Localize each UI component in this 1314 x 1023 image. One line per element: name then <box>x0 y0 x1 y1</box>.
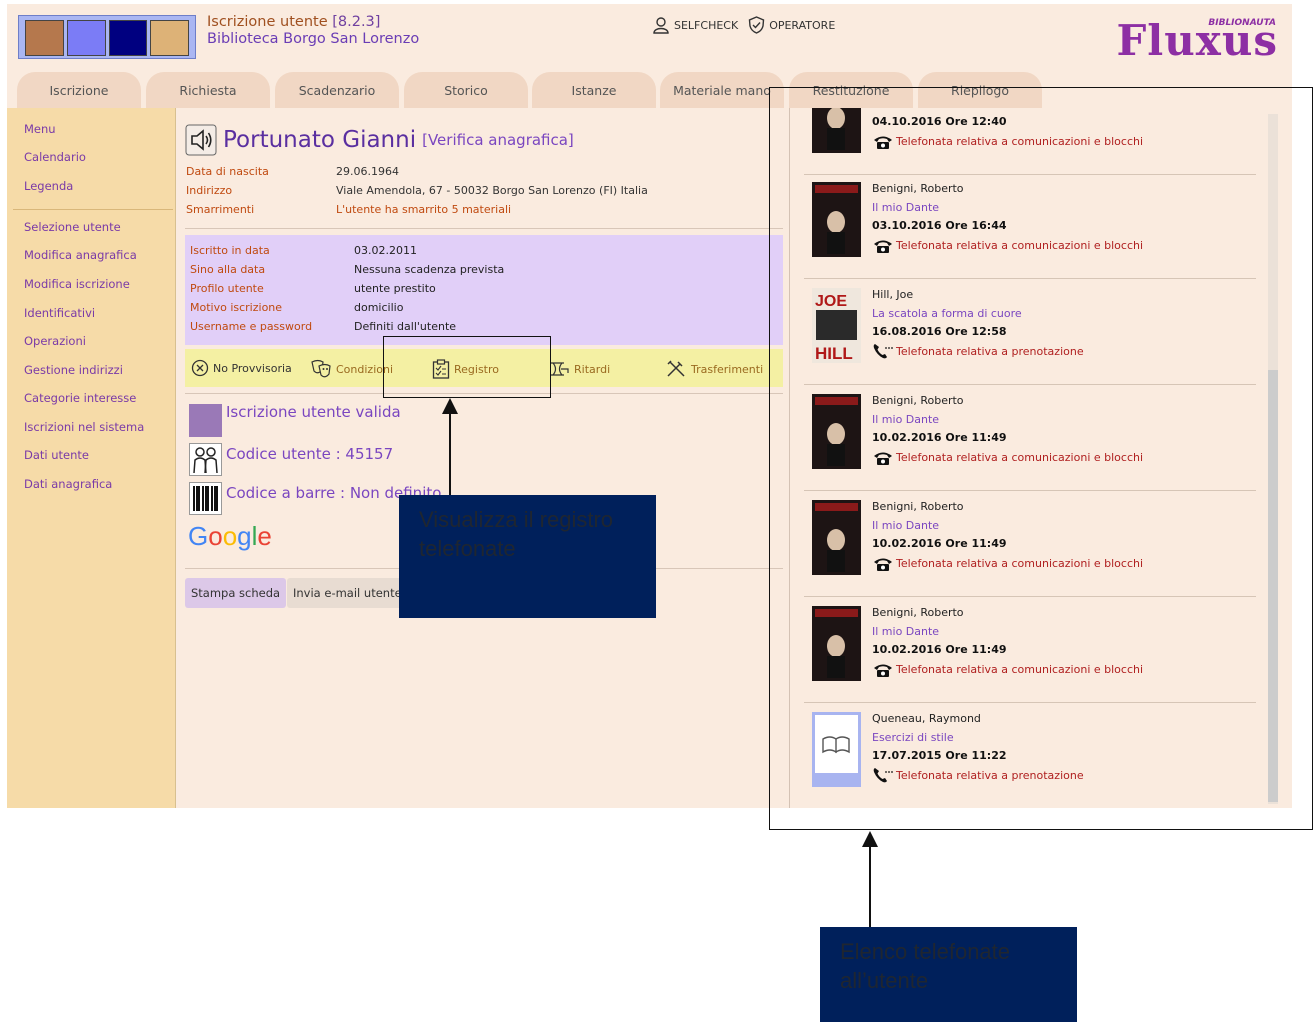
sidebar-item-modifica-anagrafica[interactable]: Modifica anagrafica <box>24 248 137 262</box>
iscrizione-details: Iscritto in data 03.02.2011 Sino alla da… <box>185 235 783 345</box>
divider <box>185 228 783 229</box>
field-value: utente prestito <box>354 282 436 295</box>
ritardi-button[interactable]: Ritardi <box>548 359 610 379</box>
shield-check-icon <box>748 16 765 34</box>
call-list-highlight-frame <box>769 87 1313 830</box>
color-swatches[interactable] <box>18 15 196 59</box>
tab-materiale-mano[interactable]: Materiale mano <box>660 72 784 108</box>
sidebar-item-categorie-interesse[interactable]: Categorie interesse <box>24 391 136 405</box>
field-label: Profilo utente <box>190 282 264 295</box>
theater-masks-icon <box>311 359 331 378</box>
user-code: Codice utente : 45157 <box>189 443 393 476</box>
sidebar: Menu Calendario Legenda Selezione utente… <box>7 108 176 808</box>
tab-scadenzario[interactable]: Scadenzario <box>275 72 399 108</box>
field-label: Username e password <box>190 320 313 333</box>
tab-storico[interactable]: Storico <box>404 72 528 108</box>
status-color-box <box>189 404 222 437</box>
field-value: Definiti dall'utente <box>354 320 457 333</box>
callout-elenco: Elenco telefonate all’utente <box>820 927 1077 1022</box>
callout-arrowhead <box>442 398 458 414</box>
field-value: 03.02.2011 <box>354 244 417 257</box>
tools-icon <box>667 360 685 377</box>
barcode-icon <box>189 482 222 515</box>
tab-richiesta[interactable]: Richiesta <box>146 72 270 108</box>
sidebar-item-menu[interactable]: Menu <box>24 122 56 136</box>
callout-registro: Visualizza il registro telefonate <box>399 495 656 618</box>
field-label: Iscritto in data <box>190 244 270 257</box>
sidebar-item-dati-anagrafica[interactable]: Dati anagrafica <box>24 477 112 491</box>
user-code-label: Codice utente : 45157 <box>226 444 394 463</box>
sidebar-item-operazioni[interactable]: Operazioni <box>24 334 86 348</box>
user-icon <box>653 17 669 34</box>
swatch[interactable] <box>150 20 189 56</box>
user-heading: Portunato Gianni [Verifica anagrafica] <box>185 124 574 156</box>
topbar: SELFCHECK OPERATORE <box>652 16 835 34</box>
sidebar-item-gestione-indirizzi[interactable]: Gestione indirizzi <box>24 363 123 377</box>
library-name: Biblioteca Borgo San Lorenzo <box>207 31 420 47</box>
verifica-anagrafica-link[interactable]: [Verifica anagrafica] <box>422 131 574 149</box>
status-valid: Iscrizione utente valida <box>189 402 401 437</box>
field-label: Smarrimenti <box>186 203 255 216</box>
hourglass-hand-icon <box>551 362 569 376</box>
status-valid-label: Iscrizione utente valida <box>226 402 401 421</box>
smarrimenti-link[interactable]: L'utente ha smarrito 5 materiali <box>336 203 511 216</box>
field-label: Motivo iscrizione <box>190 301 283 314</box>
field-value: 29.06.1964 <box>336 165 399 178</box>
operator-link[interactable]: OPERATORE <box>748 16 835 34</box>
field-value: Nessuna scadenza prevista <box>354 263 505 276</box>
fluxus-logo: Fluxus BIBLIONAUTA <box>1116 10 1278 65</box>
condizioni-button[interactable]: Condizioni <box>310 359 393 379</box>
sidebar-item-legenda[interactable]: Legenda <box>24 179 73 193</box>
ritardi-label: Ritardi <box>574 362 611 376</box>
field-label: Indirizzo <box>186 184 233 197</box>
logo-subtitle: BIBLIONAUTA <box>1208 18 1276 28</box>
registro-highlight-frame <box>383 336 551 398</box>
selfcheck-label: SELFCHECK <box>674 18 739 32</box>
google-logo[interactable]: Google <box>188 521 272 552</box>
callout-arrow-line <box>449 405 451 495</box>
sidebar-divider <box>13 209 173 210</box>
cancel-circle-icon <box>191 359 209 377</box>
sidebar-item-iscrizioni-sistema[interactable]: Iscrizioni nel sistema <box>24 420 144 434</box>
field-value: domicilio <box>354 301 404 314</box>
trasferimenti-button[interactable]: Trasferimenti <box>665 359 763 379</box>
no-provvisoria-label: No Provvisoria <box>213 361 292 375</box>
version: [8.2.3] <box>332 14 381 30</box>
selfcheck-link[interactable]: SELFCHECK <box>652 16 738 34</box>
users-icon <box>189 443 222 476</box>
swatch[interactable] <box>66 20 106 56</box>
sidebar-item-identificativi[interactable]: Identificativi <box>24 306 95 320</box>
sidebar-item-selezione-utente[interactable]: Selezione utente <box>24 220 121 234</box>
module-title: Iscrizione utente [8.2.3] <box>207 14 381 30</box>
tab-istanze[interactable]: Istanze <box>532 72 656 108</box>
operator-label: OPERATORE <box>769 18 836 32</box>
swatch[interactable] <box>25 20 64 56</box>
user-name: Portunato Gianni <box>223 127 417 153</box>
sidebar-item-dati-utente[interactable]: Dati utente <box>24 448 89 462</box>
swatch[interactable] <box>108 20 148 56</box>
invia-email-button[interactable]: Invia e-mail utente <box>287 578 408 608</box>
sidebar-item-modifica-iscrizione[interactable]: Modifica iscrizione <box>24 277 130 291</box>
field-label: Data di nascita <box>186 165 269 178</box>
sidebar-item-calendario[interactable]: Calendario <box>24 150 86 164</box>
field-label: Sino alla data <box>190 263 266 276</box>
trasferimenti-label: Trasferimenti <box>691 362 764 376</box>
no-provvisoria-button[interactable]: No Provvisoria <box>191 359 292 377</box>
field-value: Viale Amendola, 67 - 50032 Borgo San Lor… <box>336 184 648 197</box>
tab-iscrizione[interactable]: Iscrizione <box>17 72 141 108</box>
stampa-scheda-button[interactable]: Stampa scheda <box>185 578 287 608</box>
speaker-icon[interactable] <box>185 124 217 156</box>
callout-arrowhead <box>862 831 878 847</box>
callout-arrow-line <box>869 840 871 928</box>
